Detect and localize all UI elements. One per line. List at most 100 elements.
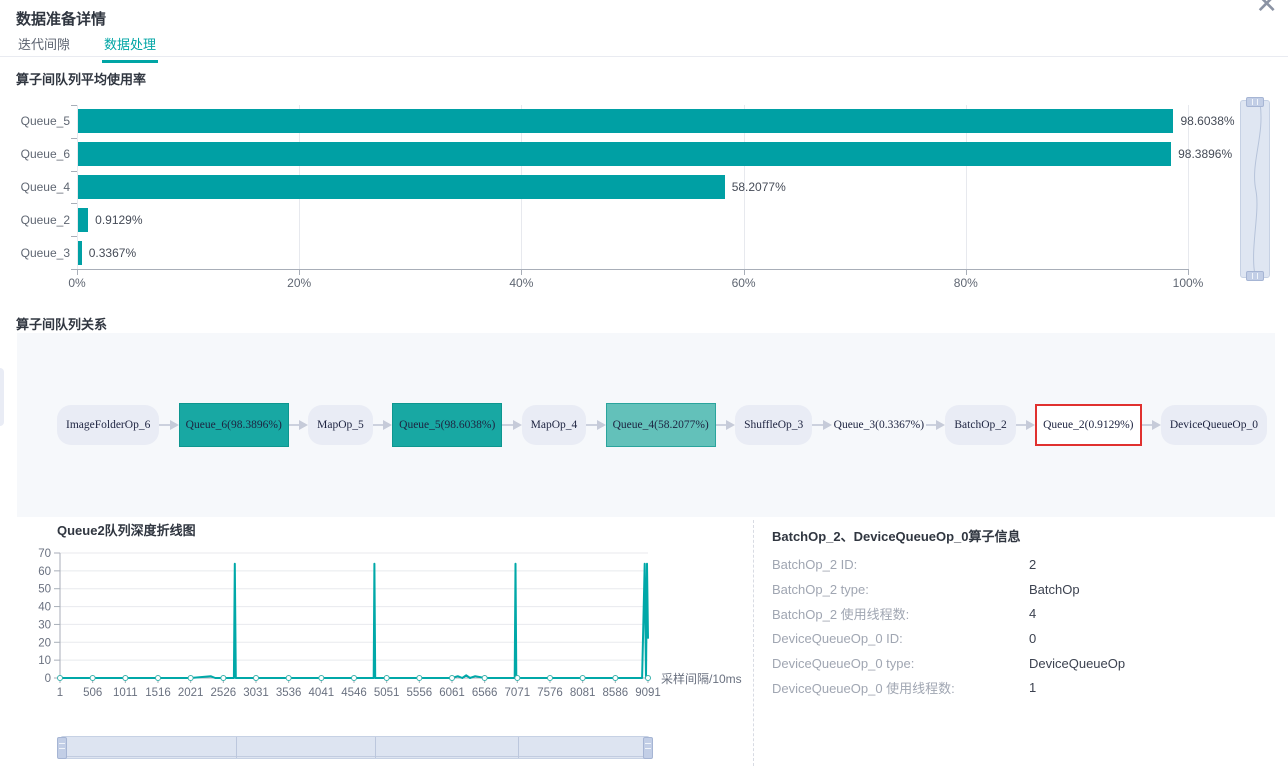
bar-chart-vertical-datazoom-slider[interactable] [1240,100,1270,278]
y-axis-tick [71,138,77,139]
usage-bar[interactable] [78,208,88,232]
x-axis-tick-label: 4041 [309,687,335,699]
x-axis-tick-label: 3536 [276,687,302,699]
value-label: 58.2077% [732,175,786,199]
vertical-dashed-divider [753,520,754,766]
datazoom-spike-mark [236,737,237,758]
arrow-shaft [586,424,596,426]
x-axis-tick-label: 7576 [537,687,563,699]
arrow-head [936,420,945,430]
axis-tick [1188,270,1189,275]
tab-data-processing[interactable]: 数据处理 [102,34,158,63]
y-axis-tick-label: 60 [38,566,51,578]
arrow-head [1152,420,1161,430]
info-value: 4 [1029,606,1036,621]
handle-grip [645,743,651,749]
data-point-marker [613,676,618,681]
data-point-marker [482,676,487,681]
axis-tick [966,270,967,275]
usage-bar[interactable] [78,142,1171,166]
x-axis-tick-label: 1011 [113,687,138,699]
flow-node[interactable]: Queue_3(0.3367%) [832,404,926,446]
depth-series-line [60,564,648,678]
arrow-shaft [289,424,299,426]
info-label: DeviceQueueOp_0 type: [772,656,1029,671]
flow-node[interactable]: Queue_4(58.2077%) [606,403,716,447]
page-title: 数据准备详情 [16,8,106,29]
arrow-head [513,420,522,430]
arrow-shaft [1016,424,1026,426]
x-axis-tick-label: 8081 [570,687,596,699]
info-label: DeviceQueueOp_0 ID: [772,631,1029,646]
x-axis-tick-label: 6566 [472,687,498,699]
info-value: 0 [1029,631,1036,646]
arrow-shaft [502,424,512,426]
info-label: DeviceQueueOp_0 使用线程数: [772,678,1029,697]
data-point-marker [548,676,553,681]
datazoom-spike-mark [518,737,519,758]
queue-relation-graph-panel: ImageFolderOp_6 Queue_6(98.3896%) MapOp_5 Q… [17,333,1275,517]
usage-bar[interactable] [78,109,1173,133]
x-axis-tick-label: 506 [83,687,102,699]
arrow-head [726,420,735,430]
flow-arrow-icon [812,420,831,430]
y-axis-tick [71,171,77,172]
data-point-marker [286,676,291,681]
value-label: 0.9129% [95,208,142,232]
x-axis-tick-label: 40% [509,276,533,290]
flow-node[interactable]: MapOp_4 [522,405,587,445]
data-point-marker [90,676,95,681]
clipped-node-sliver [0,368,4,426]
flow-node[interactable]: ImageFolderOp_6 [57,405,159,445]
operator-flow: ImageFolderOp_6 Queue_6(98.3896%) MapOp_5 Q… [57,333,1267,517]
data-point-marker [384,676,389,681]
x-axis-tick-label: 4546 [341,687,367,699]
arrow-head [823,420,832,430]
datazoom-preview-wave [1241,101,1269,277]
flow-node[interactable]: MapOp_5 [308,405,373,445]
flow-node[interactable]: BatchOp_2 [945,405,1015,445]
data-point-marker [221,676,226,681]
datazoom-baseline [61,756,649,757]
x-axis-tick-label: 20% [287,276,311,290]
x-axis-tick-label: 5051 [374,687,400,699]
usage-bar[interactable] [78,175,725,199]
flow-arrow-icon [289,420,308,430]
info-label: BatchOp_2 type: [772,582,1029,597]
y-axis-tick-label: 70 [38,548,51,560]
usage-bar[interactable] [78,241,82,265]
y-axis-tick [71,269,77,270]
queue-usage-bar-chart: 0%20%40%60%80%100%Queue_598.6038%Queue_6… [0,95,1288,295]
arrow-shaft [716,424,726,426]
data-point-marker [515,676,520,681]
x-axis-tick-label: 6061 [439,687,465,699]
info-row: BatchOp_2 type:BatchOp [772,577,1125,602]
flow-node[interactable]: Queue_5(98.6038%) [392,403,502,447]
data-preparation-detail-dialog: 数据准备详情 ✕ 迭代间隙 数据处理 算子间队列平均使用率 0%20%40%60… [0,0,1288,768]
flow-node[interactable]: DeviceQueueOp_0 [1161,405,1267,445]
tab-iteration-gap[interactable]: 迭代间隙 [16,34,72,63]
handle-grip [1252,273,1258,279]
close-icon[interactable]: ✕ [1255,0,1278,18]
axis-tick [521,270,522,275]
category-label: Queue_5 [0,109,70,133]
line-chart-horizontal-datazoom-slider[interactable] [60,736,650,759]
datazoom-bottom-handle[interactable] [1246,271,1264,281]
x-axis-tick-label: 80% [954,276,978,290]
value-label: 98.6038% [1180,109,1234,133]
data-point-marker [58,676,63,681]
datazoom-top-handle[interactable] [1246,97,1264,107]
x-axis-tick-label: 3031 [243,687,269,699]
datazoom-right-handle[interactable] [643,737,653,759]
axis-tick [299,270,300,275]
y-axis-tick-label: 0 [45,673,51,685]
flow-node[interactable]: ShuffleOp_3 [735,405,812,445]
info-row: DeviceQueueOp_0 type:DeviceQueueOp [772,651,1125,676]
x-axis-tick-label: 60% [732,276,756,290]
datazoom-left-handle[interactable] [57,737,67,759]
flow-node[interactable]: Queue_6(98.3896%) [179,403,289,447]
arrow-shaft [1142,424,1152,426]
x-axis-line [77,269,1189,270]
flow-node[interactable]: Queue_2(0.9129%) [1035,404,1141,446]
value-label: 0.3367% [89,241,136,265]
